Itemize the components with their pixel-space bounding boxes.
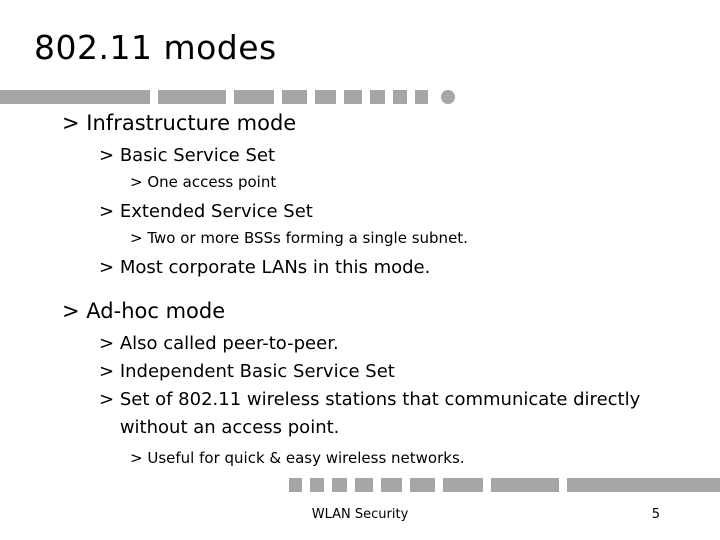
- bullet-most-corporate-lans: > Most corporate LANs in this mode.: [99, 254, 720, 282]
- bullet-extended-service-set: > Extended Service Set: [99, 198, 720, 226]
- bullet-text: Two or more BSSs forming a single subnet…: [147, 229, 468, 247]
- footer-text: WLAN Security: [311, 507, 409, 522]
- bottom-decorative-bar: [268, 478, 720, 492]
- bullet-ad-hoc-mode: > Ad-hoc mode: [62, 296, 720, 326]
- bullet-marker: >: [130, 173, 143, 191]
- bullet-independent-basic-service-set: > Independent Basic Service Set: [99, 358, 720, 386]
- bullet-marker: >: [99, 333, 115, 354]
- bullet-text: Most corporate LANs in this mode.: [119, 257, 431, 278]
- page-number: 5: [651, 507, 660, 522]
- bullet-one-access-point: > One access point: [130, 170, 720, 194]
- bullet-marker: >: [99, 389, 115, 410]
- bullet-infrastructure-mode: > Infrastructure mode: [62, 108, 720, 138]
- bullet-marker: >: [99, 201, 115, 222]
- bullet-marker: >: [130, 449, 143, 467]
- bullet-text: Independent Basic Service Set: [119, 361, 395, 382]
- bullet-basic-service-set: > Basic Service Set: [99, 142, 720, 170]
- bullet-text: Set of 802.11 wireless stations that com…: [119, 389, 646, 438]
- bullet-marker: >: [62, 299, 80, 323]
- bullet-marker: >: [99, 361, 115, 382]
- bullet-set-of-802-11-wireless-stations: > Set of 802.11 wireless stations that c…: [99, 386, 720, 442]
- bullet-useful-for-quick-easy: > Useful for quick & easy wireless netwo…: [130, 446, 720, 470]
- slide: 802.11 modes > Infrastructure mode > Bas…: [0, 0, 720, 540]
- page-title: 802.11 modes: [34, 28, 277, 67]
- bullet-text: Infrastructure mode: [86, 111, 297, 135]
- bullet-marker: >: [99, 257, 115, 278]
- bullet-text: Ad-hoc mode: [86, 299, 226, 323]
- slide-body: > Infrastructure mode > Basic Service Se…: [0, 108, 720, 470]
- bullet-two-or-more-bsss: > Two or more BSSs forming a single subn…: [130, 226, 720, 250]
- top-decorative-bar: [0, 90, 470, 104]
- bullet-marker: >: [99, 145, 115, 166]
- bullet-marker: >: [62, 111, 80, 135]
- bullet-text: Useful for quick & easy wireless network…: [147, 449, 465, 467]
- bullet-text: Extended Service Set: [119, 201, 313, 222]
- bullet-text: One access point: [147, 173, 277, 191]
- bullet-text: Basic Service Set: [119, 145, 276, 166]
- bullet-marker: >: [130, 229, 143, 247]
- bullet-text: Also called peer-to-peer.: [119, 333, 339, 354]
- bullet-also-called-peer-to-peer: > Also called peer-to-peer.: [99, 330, 720, 358]
